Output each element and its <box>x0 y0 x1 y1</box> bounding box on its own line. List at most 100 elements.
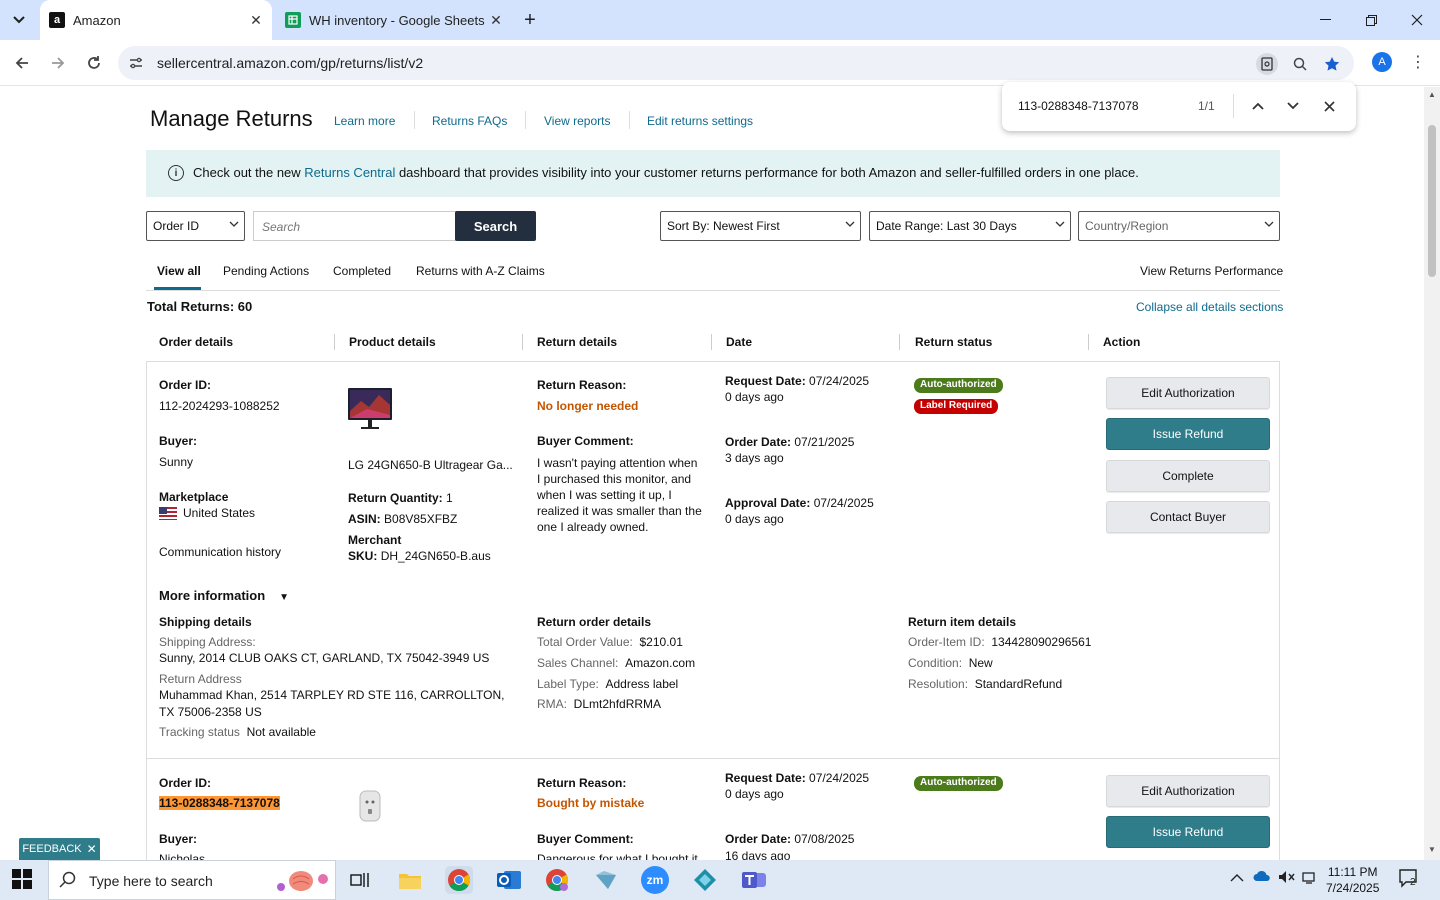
close-window-icon[interactable] <box>1394 0 1440 40</box>
taskbar-clock[interactable]: 11:11 PM 7/24/2025 <box>1326 864 1379 896</box>
us-flag-icon <box>159 507 177 521</box>
taskbar-search[interactable]: Type here to search <box>48 860 336 900</box>
order-id-link[interactable]: 112-2024293-1088252 <box>159 399 280 413</box>
return-reason-label: Return Reason: <box>537 378 627 392</box>
reload-icon[interactable] <box>82 51 106 75</box>
tab-title: WH inventory - Google Sheets <box>309 12 485 28</box>
tracking-status: Tracking status Not available <box>159 725 316 739</box>
address-bar[interactable]: sellercentral.amazon.com/gp/returns/list… <box>118 46 1354 80</box>
chrome-profile-icon[interactable] <box>543 866 571 894</box>
order-id-link[interactable]: 113-0288348-7137078 <box>159 796 280 810</box>
back-arrow-icon[interactable] <box>10 51 34 75</box>
view-returns-performance-link[interactable]: View Returns Performance <box>1140 264 1283 278</box>
outlook-icon[interactable] <box>495 866 523 894</box>
label-type: Label Type: Address label <box>537 677 679 691</box>
browser-toolbar: sellercentral.amazon.com/gp/returns/list… <box>0 40 1440 86</box>
site-info-icon[interactable] <box>128 55 144 71</box>
returns-central-link[interactable]: Returns Central <box>304 165 395 180</box>
row-divider <box>147 758 1279 759</box>
close-tab-icon[interactable]: ✕ <box>246 10 266 30</box>
product-thumbnail[interactable] <box>347 387 393 431</box>
edit-authorization-button[interactable]: Edit Authorization <box>1106 377 1270 409</box>
folder-app-icon[interactable] <box>592 866 620 894</box>
issue-refund-button[interactable]: Issue Refund <box>1106 816 1270 848</box>
contact-buyer-button[interactable]: Contact Buyer <box>1106 501 1270 533</box>
zoom-app-icon[interactable]: zm <box>641 866 669 894</box>
teams-icon[interactable] <box>740 866 768 894</box>
return-address-line2: TX 75006-2358 US <box>159 705 262 719</box>
buyer-label: Buyer: <box>159 832 198 846</box>
page-scrollbar[interactable]: ▲ ▼ <box>1424 87 1440 860</box>
notification-center-icon[interactable]: 2 <box>1398 868 1420 891</box>
order-date: Order Date: 07/21/2025 <box>725 435 855 449</box>
network-icon[interactable] <box>1302 870 1318 887</box>
browser-tab-amazon[interactable]: a Amazon ✕ <box>40 0 272 40</box>
scroll-up-icon[interactable]: ▲ <box>1427 90 1437 100</box>
close-find-icon[interactable] <box>1318 95 1340 117</box>
zoom-icon[interactable] <box>1289 53 1311 75</box>
scrollbar-thumb[interactable] <box>1428 125 1436 277</box>
file-explorer-icon[interactable] <box>396 866 424 894</box>
chevron-down-icon <box>1055 219 1065 230</box>
product-thumbnail[interactable] <box>357 789 383 825</box>
tab-pending-actions[interactable]: Pending Actions <box>223 264 309 278</box>
tab-a-z-claims[interactable]: Returns with A-Z Claims <box>416 264 545 278</box>
find-input[interactable]: 113-0288348-7137078 <box>1018 99 1139 113</box>
returns-faqs-link[interactable]: Returns FAQs <box>432 114 507 128</box>
close-icon[interactable]: ✕ <box>87 842 97 856</box>
close-tab-icon[interactable]: ✕ <box>486 10 506 30</box>
buyer-label: Buyer: <box>159 434 198 448</box>
country-region-select[interactable]: Country/Region <box>1078 211 1280 241</box>
tray-overflow-chevron-icon[interactable] <box>1230 870 1244 885</box>
previous-match-icon[interactable] <box>1247 95 1269 117</box>
more-menu-icon[interactable]: ⋮ <box>1408 50 1428 74</box>
approval-date: Approval Date: 07/24/2025 <box>725 496 874 510</box>
merchant-label: Merchant <box>348 533 402 547</box>
windows-start-icon[interactable] <box>12 869 34 891</box>
search-button[interactable]: Search <box>455 211 536 241</box>
new-tab-plus-icon[interactable]: + <box>518 8 542 32</box>
next-match-icon[interactable] <box>1282 95 1304 117</box>
request-date: Request Date: 07/24/2025 <box>725 374 870 388</box>
forward-arrow-icon[interactable] <box>46 51 70 75</box>
task-view-icon[interactable] <box>346 866 374 894</box>
tab-view-all[interactable]: View all <box>157 264 201 278</box>
bookmark-star-icon[interactable] <box>1321 53 1343 75</box>
reader-mode-icon[interactable] <box>1256 53 1278 75</box>
column-header: Action <box>1103 335 1141 349</box>
search-type-select[interactable]: Order ID <box>146 211 245 241</box>
feedback-tab[interactable]: FEEDBACK ✕ <box>19 838 100 860</box>
edit-authorization-button[interactable]: Edit Authorization <box>1106 775 1270 807</box>
view-reports-link[interactable]: View reports <box>544 114 610 128</box>
collapse-all-link[interactable]: Collapse all details sections <box>1136 300 1283 314</box>
order-days-ago: 16 days ago <box>725 849 791 860</box>
buyer-comment-label: Buyer Comment: <box>537 832 634 846</box>
diamond-app-icon[interactable] <box>691 866 719 894</box>
volume-muted-icon[interactable] <box>1278 870 1296 887</box>
issue-refund-button[interactable]: Issue Refund <box>1106 418 1270 450</box>
edit-returns-settings-link[interactable]: Edit returns settings <box>647 114 753 128</box>
more-information-toggle[interactable]: More information ▼ <box>159 588 289 603</box>
browser-tab-sheets[interactable]: WH inventory - Google Sheets ✕ <box>276 0 512 40</box>
divider <box>629 111 630 129</box>
learn-more-link[interactable]: Learn more <box>334 114 395 128</box>
complete-button[interactable]: Complete <box>1106 460 1270 492</box>
tab-search-chevron-icon[interactable] <box>6 8 32 32</box>
sort-select[interactable]: Sort By: Newest First <box>660 211 861 241</box>
restore-icon[interactable] <box>1348 0 1394 40</box>
onedrive-cloud-icon[interactable] <box>1253 870 1271 885</box>
total-returns: Total Returns: 60 <box>147 299 253 314</box>
column-header: Return status <box>915 335 993 349</box>
date-range-select[interactable]: Date Range: Last 30 Days <box>869 211 1071 241</box>
communication-history-link[interactable]: Communication history <box>159 545 281 559</box>
product-name-link[interactable]: LG 24GN650-B Ultragear Ga... <box>348 458 516 472</box>
return-reason: No longer needed <box>537 399 639 413</box>
minimize-icon[interactable] <box>1302 0 1348 40</box>
returns-central-banner: i Check out the new Returns Central dash… <box>146 150 1280 197</box>
scroll-down-icon[interactable]: ▼ <box>1427 845 1437 855</box>
chevron-down-icon <box>229 219 239 230</box>
profile-avatar[interactable]: A <box>1372 52 1392 72</box>
tab-completed[interactable]: Completed <box>333 264 391 278</box>
chrome-icon[interactable] <box>445 866 473 894</box>
search-input[interactable]: Search <box>253 211 456 241</box>
